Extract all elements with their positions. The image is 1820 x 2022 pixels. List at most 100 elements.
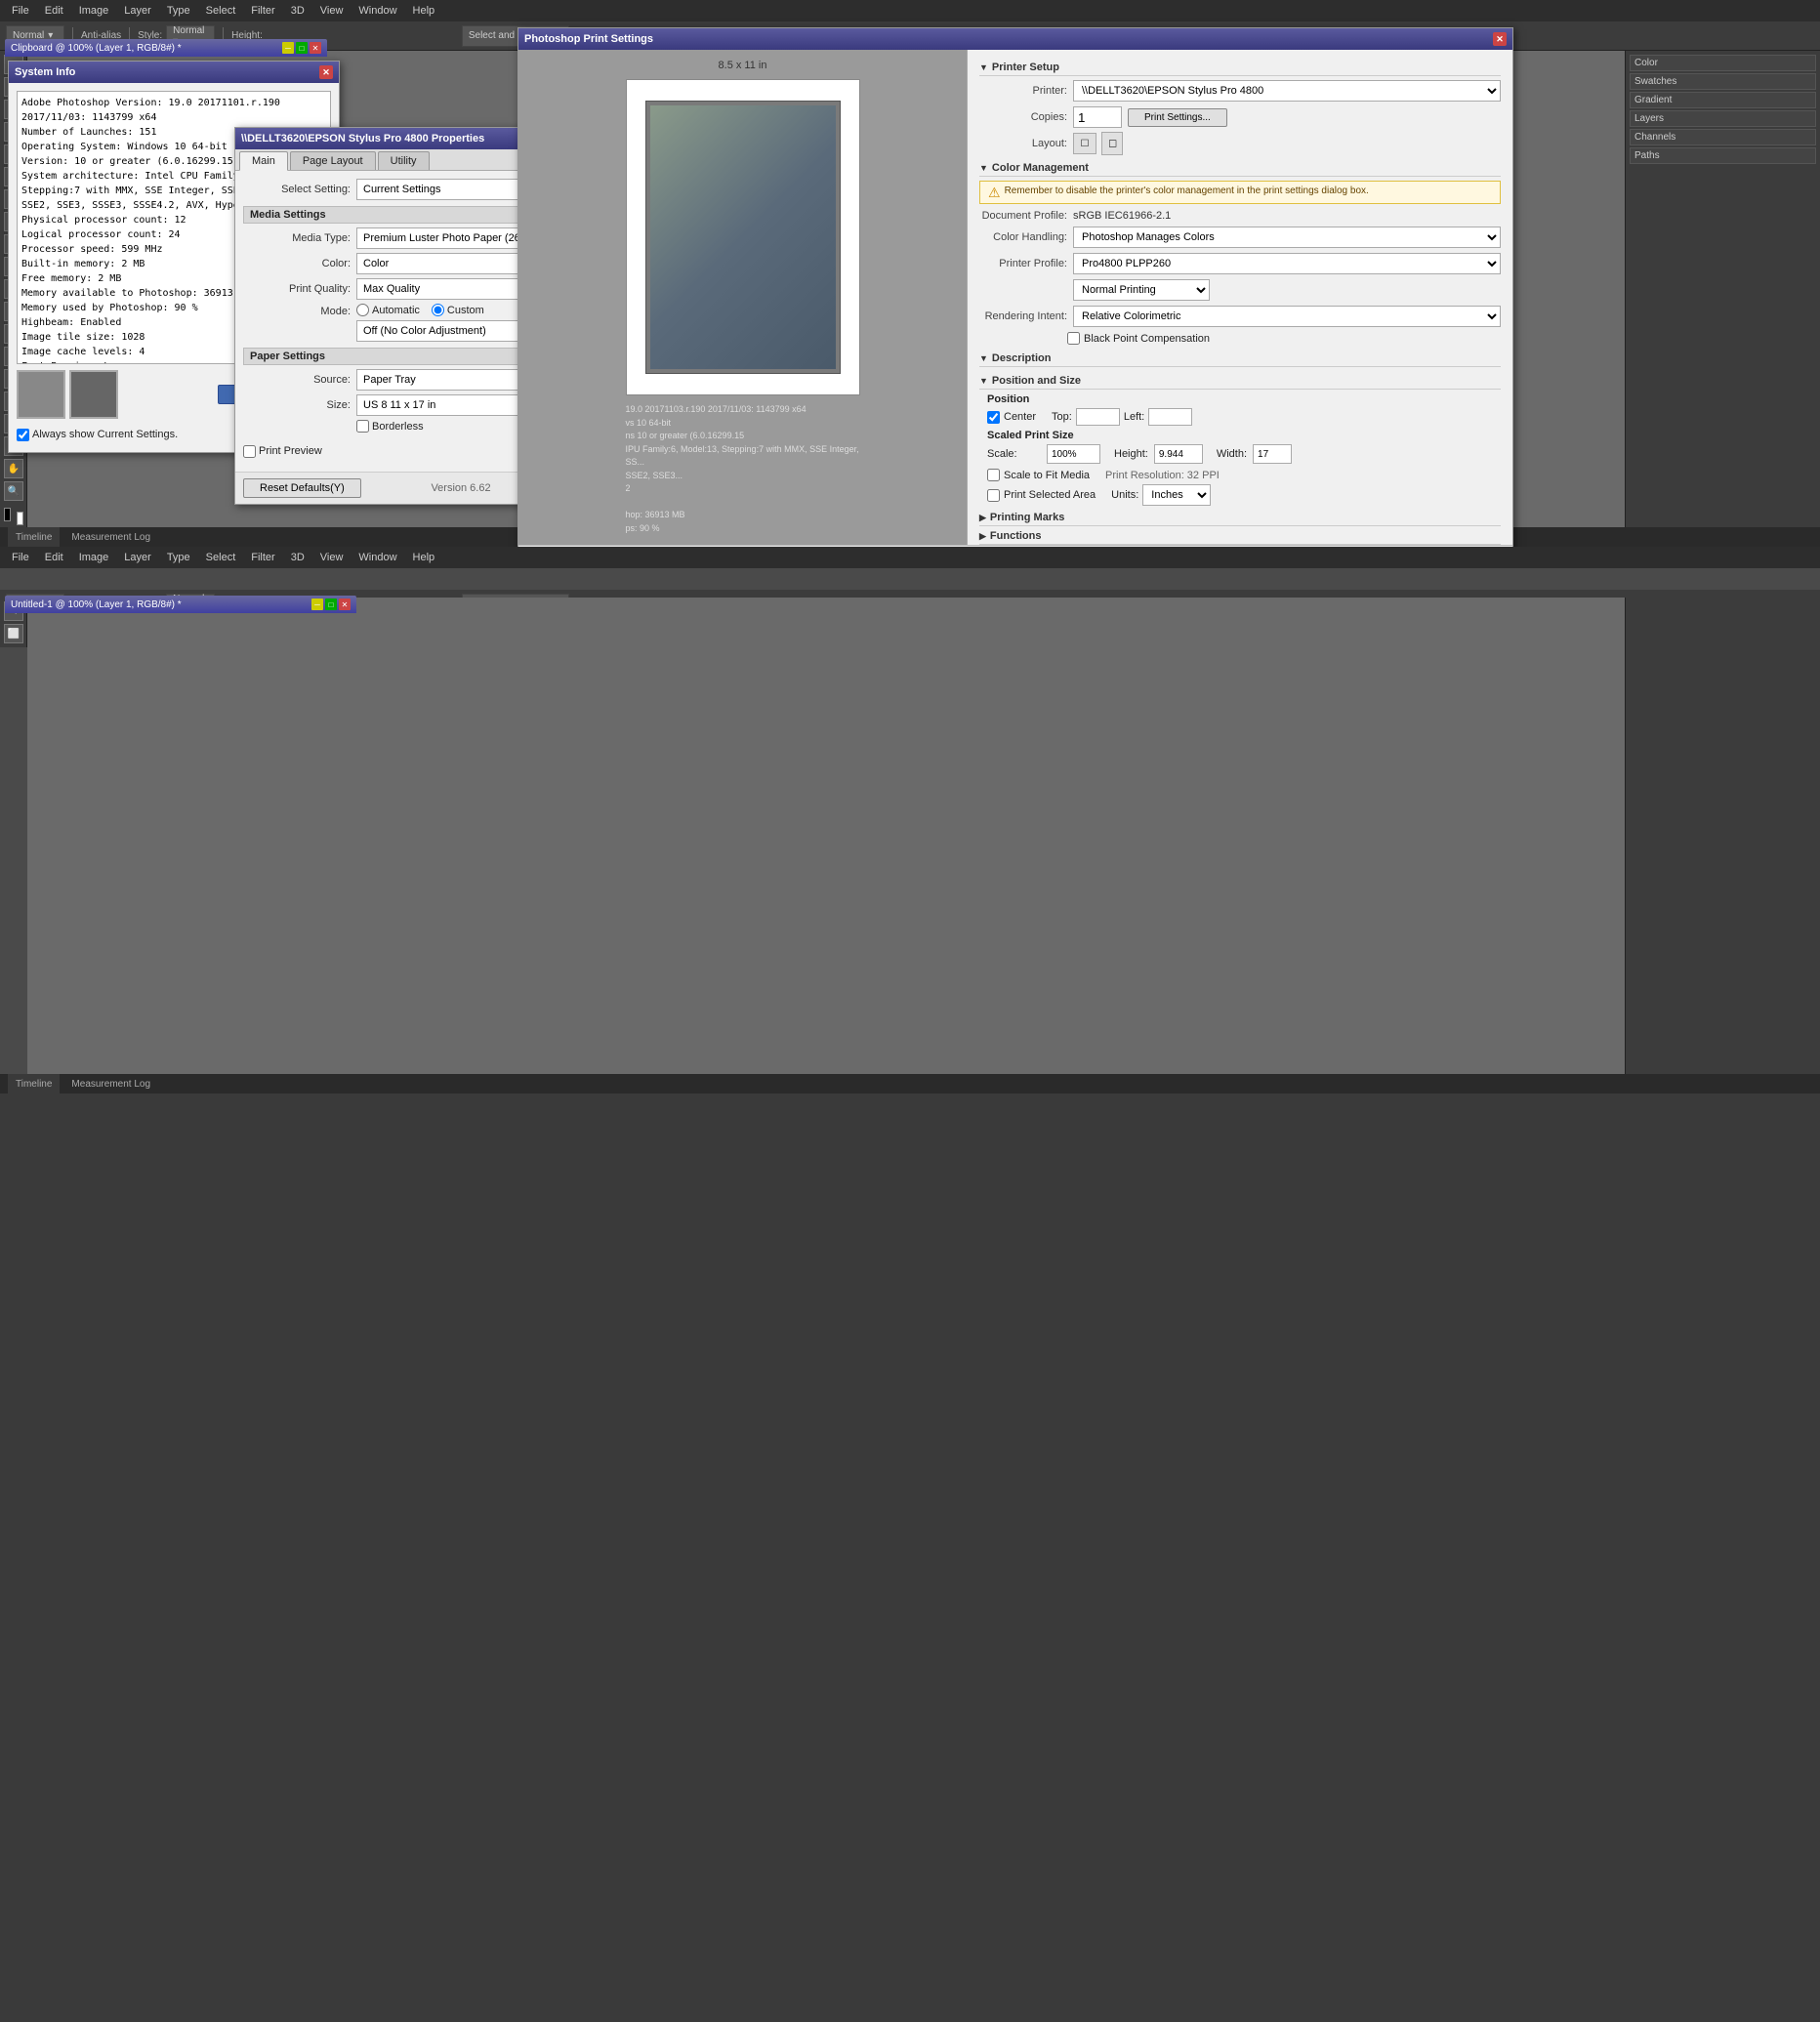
printer-setup-chevron[interactable]: ▼: [979, 62, 988, 72]
pos-size-chevron[interactable]: ▼: [979, 376, 988, 386]
tool-rect-b[interactable]: ⬜: [4, 624, 23, 643]
borderless-checkbox[interactable]: [356, 420, 369, 433]
center-row[interactable]: Center Top: Left:: [987, 408, 1501, 426]
menu-help[interactable]: Help: [405, 3, 443, 19]
epson-tab-main[interactable]: Main: [239, 151, 288, 171]
sysinfo-close-icon[interactable]: ✕: [319, 65, 333, 79]
doc-profile-value: sRGB IEC61966-2.1: [1073, 210, 1171, 222]
print-quality-dropdown[interactable]: Max Quality: [356, 278, 532, 300]
tool-hand[interactable]: ✋: [4, 459, 23, 478]
layout-portrait-icon[interactable]: ☐: [1073, 133, 1096, 154]
left-input[interactable]: [1148, 408, 1192, 426]
menu-layer[interactable]: Layer: [116, 3, 159, 19]
sysinfo-window-titlebar[interactable]: Clipboard @ 100% (Layer 1, RGB/8#) * ─ □…: [5, 39, 327, 57]
measurement-log-tab[interactable]: Measurement Log: [63, 532, 158, 543]
color-handling-dropdown[interactable]: Photoshop Manages Colors: [1073, 227, 1501, 248]
menu-window-b[interactable]: Window: [351, 550, 404, 565]
menu-edit[interactable]: Edit: [37, 3, 71, 19]
borderless-check-row[interactable]: Borderless: [356, 420, 424, 433]
timeline-tab[interactable]: Timeline: [8, 527, 60, 547]
units-label: Units:: [1111, 489, 1138, 501]
epson-tab-utility[interactable]: Utility: [378, 151, 430, 170]
menu-view-b[interactable]: View: [312, 550, 352, 565]
printer-dropdown[interactable]: \\DELLT3620\EPSON Stylus Pro 4800: [1073, 80, 1501, 102]
width-input[interactable]: [1253, 444, 1292, 464]
print-preview-checkbox[interactable]: [243, 445, 256, 458]
black-point-checkbox[interactable]: [1067, 332, 1080, 345]
printer-profile-dropdown[interactable]: Pro4800 PLPP260: [1073, 253, 1501, 274]
source-dropdown[interactable]: Paper Tray: [356, 369, 532, 391]
reset-defaults-btn[interactable]: Reset Defaults(Y): [243, 478, 361, 498]
mode-custom-radio[interactable]: [432, 304, 444, 316]
menubar-top: File Edit Image Layer Type Select Filter…: [0, 0, 1820, 21]
functions-chevron[interactable]: ▶: [979, 531, 986, 542]
color-mgmt-chevron[interactable]: ▼: [979, 163, 988, 173]
mode-custom-dropdown[interactable]: Off (No Color Adjustment): [356, 320, 532, 342]
menu-type[interactable]: Type: [159, 3, 198, 19]
right-panels-bottom: [1625, 598, 1820, 1074]
size-dropdown[interactable]: US 8 11 x 17 in: [356, 394, 532, 416]
menu-window[interactable]: Window: [351, 3, 404, 19]
top-input[interactable]: [1076, 408, 1120, 426]
mode-automatic-option[interactable]: Automatic: [356, 304, 420, 316]
measurement-log-tab-b[interactable]: Measurement Log: [63, 1079, 158, 1090]
minimize-btn-b[interactable]: ─: [311, 598, 323, 610]
black-point-row[interactable]: Black Point Compensation: [1067, 332, 1501, 345]
print-settings-close-icon[interactable]: ✕: [1493, 32, 1507, 46]
menu-image-b[interactable]: Image: [71, 550, 117, 565]
menu-view[interactable]: View: [312, 3, 352, 19]
printer-label: Printer:: [979, 85, 1067, 97]
close-window-btn[interactable]: ✕: [310, 42, 321, 54]
sysinfo-titlebar[interactable]: System Info ✕: [9, 62, 339, 83]
center-checkbox[interactable]: [987, 411, 1000, 424]
printer-row: Printer: \\DELLT3620\EPSON Stylus Pro 48…: [979, 80, 1501, 102]
always-show-checkbox[interactable]: [17, 429, 29, 441]
print-preview-check-row[interactable]: Print Preview: [243, 438, 322, 464]
scale-fit-row[interactable]: Scale to Fit Media Print Resolution: 32 …: [987, 469, 1501, 481]
printing-marks-chevron[interactable]: ▶: [979, 513, 986, 523]
print-settings-btn[interactable]: Print Settings...: [1128, 108, 1227, 127]
menu-help-b[interactable]: Help: [405, 550, 443, 565]
menu-type-b[interactable]: Type: [159, 550, 198, 565]
menu-image[interactable]: Image: [71, 3, 117, 19]
height-input[interactable]: [1154, 444, 1203, 464]
menu-3d-b[interactable]: 3D: [283, 550, 312, 565]
copies-input[interactable]: [1073, 106, 1122, 128]
bg-color[interactable]: [17, 512, 23, 525]
description-chevron[interactable]: ▼: [979, 353, 988, 363]
tool-zoom[interactable]: 🔍: [4, 481, 23, 501]
minimize-btn[interactable]: ─: [282, 42, 294, 54]
scale-input[interactable]: [1047, 444, 1100, 464]
menu-layer-b[interactable]: Layer: [116, 550, 159, 565]
print-selected-row[interactable]: Print Selected Area Units: Inches: [987, 484, 1501, 506]
scaled-print-size-sublabel: Scaled Print Size: [987, 430, 1501, 441]
units-dropdown[interactable]: Inches: [1142, 484, 1211, 506]
close-window-btn-b[interactable]: ✕: [339, 598, 351, 610]
scale-fit-checkbox[interactable]: [987, 469, 1000, 481]
printer-profile-label: Printer Profile:: [979, 258, 1067, 269]
epson-tab-pagelayout[interactable]: Page Layout: [290, 151, 376, 170]
menu-select-b[interactable]: Select: [198, 550, 244, 565]
mode-custom-option[interactable]: Custom: [432, 304, 484, 316]
untitled-window-titlebar[interactable]: Untitled-1 @ 100% (Layer 1, RGB/8#) * ─ …: [5, 596, 356, 613]
fg-color[interactable]: [4, 508, 11, 521]
menu-filter[interactable]: Filter: [243, 3, 282, 19]
menu-edit-b[interactable]: Edit: [37, 550, 71, 565]
rendering-intent-dropdown[interactable]: Relative Colorimetric: [1073, 306, 1501, 327]
print-settings-titlebar-top[interactable]: Photoshop Print Settings ✕: [518, 28, 1512, 50]
layout-landscape-icon[interactable]: ☐: [1101, 132, 1123, 155]
menu-file[interactable]: File: [4, 3, 37, 19]
menu-file-b[interactable]: File: [4, 550, 37, 565]
mode-automatic-radio[interactable]: [356, 304, 369, 316]
always-show-checkbox-row[interactable]: Always show Current Settings.: [17, 429, 178, 441]
normal-printing-dropdown[interactable]: Normal Printing: [1073, 279, 1210, 301]
timeline-tab-b[interactable]: Timeline: [8, 1074, 60, 1094]
menu-3d[interactable]: 3D: [283, 3, 312, 19]
maximize-btn-b[interactable]: □: [325, 598, 337, 610]
color-dropdown[interactable]: Color: [356, 253, 532, 274]
menu-filter-b[interactable]: Filter: [243, 550, 282, 565]
menu-select[interactable]: Select: [198, 3, 244, 19]
print-selected-checkbox[interactable]: [987, 489, 1000, 502]
pos-size-label: Position and Size: [992, 375, 1081, 387]
maximize-btn[interactable]: □: [296, 42, 308, 54]
